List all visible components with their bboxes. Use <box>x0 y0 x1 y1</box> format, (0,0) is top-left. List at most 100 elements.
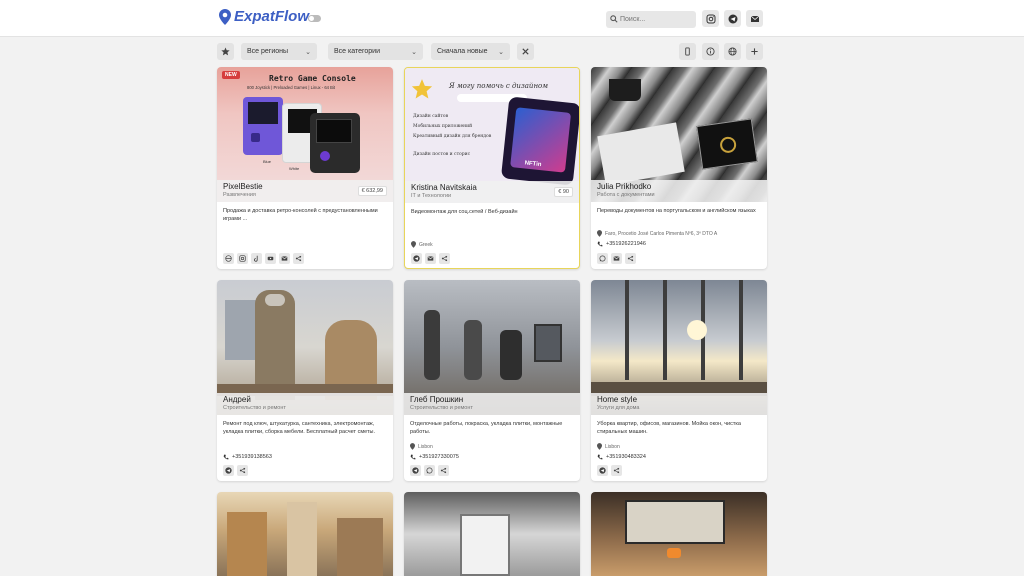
building <box>337 518 383 576</box>
tiktok-icon <box>254 255 258 262</box>
image-color-label: Blue <box>263 159 272 164</box>
search-input[interactable] <box>606 11 696 28</box>
image-color-label: White <box>289 166 300 171</box>
telegram-button[interactable] <box>724 10 741 27</box>
card-title-bar: Андрей Строительство и ремонт <box>217 393 393 415</box>
star-icon <box>221 47 230 56</box>
new-badge: NEW <box>222 71 240 79</box>
mail-button[interactable] <box>611 253 622 264</box>
phone-icon <box>597 241 603 247</box>
listing-card[interactable] <box>217 492 393 576</box>
mail-icon <box>613 256 620 261</box>
instagram-button[interactable] <box>702 10 719 27</box>
theme-toggle[interactable] <box>308 15 321 22</box>
telegram-icon <box>728 14 737 23</box>
listing-card[interactable]: Глеб Прошкин Строительство и ремонт Отде… <box>404 280 580 481</box>
location-pin-icon <box>410 443 415 450</box>
listing-category: Строительство и ремонт <box>410 405 473 411</box>
plus-icon <box>751 48 758 55</box>
share-icon <box>627 255 634 262</box>
whatsapp-icon <box>599 255 606 262</box>
console-blue <box>243 97 283 155</box>
listing-card[interactable]: Home style Услуги для дома Уборка кварти… <box>591 280 767 481</box>
telegram-icon <box>225 467 232 474</box>
worker-figure <box>500 330 522 380</box>
instagram-icon <box>239 255 246 262</box>
image-line: Мобильных приложений <box>413 124 473 129</box>
category-select[interactable]: Все категории ⌄ <box>328 43 423 60</box>
listing-description: Продажа и доставка ретро-консолей с пред… <box>223 208 378 222</box>
listing-description: Ремонт под ключ, штукатурка, сантехника,… <box>223 421 375 435</box>
worker-figure <box>424 310 440 380</box>
whatsapp-button[interactable] <box>424 465 435 476</box>
clear-filters-button[interactable] <box>517 43 534 60</box>
telegram-icon <box>413 255 420 262</box>
building <box>227 512 267 576</box>
sort-select[interactable]: Сначала новые ⌄ <box>431 43 510 60</box>
share-button[interactable] <box>237 465 248 476</box>
language-button[interactable] <box>724 43 741 60</box>
youtube-button[interactable] <box>265 253 276 264</box>
chevron-down-icon: ⌄ <box>411 48 417 56</box>
worker-figure <box>464 320 482 380</box>
share-button[interactable] <box>611 465 622 476</box>
instagram-button[interactable] <box>237 253 248 264</box>
coffee-cup <box>609 79 641 101</box>
listing-location: Lisbon <box>410 443 433 450</box>
listing-card[interactable]: Андрей Строительство и ремонт Ремонт под… <box>217 280 393 481</box>
listing-name: Kristina Navitskaia <box>411 183 477 192</box>
globe-icon <box>728 47 737 56</box>
mail-button[interactable] <box>279 253 290 264</box>
listing-card[interactable]: Julia Prikhodko Работа с документами Пер… <box>591 67 767 269</box>
share-icon <box>295 255 302 262</box>
card-title-bar: Kristina Navitskaia IT и Технологии € 90 <box>405 181 579 203</box>
sun <box>687 320 707 340</box>
listing-card[interactable] <box>591 492 767 576</box>
listing-phone[interactable]: +351939138563 <box>223 454 272 460</box>
website-button[interactable] <box>223 253 234 264</box>
youtube-icon <box>267 256 274 261</box>
share-button[interactable] <box>293 253 304 264</box>
mail-button[interactable] <box>425 253 436 264</box>
phone-icon <box>223 454 229 460</box>
region-select[interactable]: Все регионы ⌄ <box>241 43 317 60</box>
whatsapp-button[interactable] <box>597 253 608 264</box>
listing-phone[interactable]: +351927330075 <box>410 454 459 460</box>
telegram-button[interactable] <box>410 465 421 476</box>
share-button[interactable] <box>625 253 636 264</box>
telegram-button[interactable] <box>597 465 608 476</box>
card-title-bar: Глеб Прошкин Строительство и ремонт <box>404 393 580 415</box>
telegram-button[interactable] <box>223 465 234 476</box>
star-decoration <box>411 79 433 99</box>
listing-category: Услуги для дома <box>597 405 640 411</box>
category-select-value: Все категории <box>334 48 380 55</box>
info-button[interactable] <box>702 43 719 60</box>
share-button[interactable] <box>438 465 449 476</box>
listing-phone[interactable]: +351930483324 <box>597 454 646 460</box>
mobile-view-button[interactable] <box>679 43 696 60</box>
mail-icon <box>281 256 288 261</box>
listing-name: Home style <box>597 395 638 404</box>
listing-card[interactable]: Я могу помочь с дизайном Дизайн сайтов М… <box>404 67 580 269</box>
info-icon <box>706 47 715 56</box>
favorites-button[interactable] <box>217 43 234 60</box>
search-icon <box>610 15 618 23</box>
sort-select-value: Сначала новые <box>437 48 488 55</box>
phone-icon <box>410 454 416 460</box>
app-logo[interactable]: ExpatFlow <box>219 8 309 25</box>
window-frames <box>591 280 767 380</box>
listing-phone[interactable]: +351926221946 <box>597 241 646 247</box>
mail-icon <box>750 15 759 22</box>
location-text: Lisbon <box>605 443 620 450</box>
tiktok-button[interactable] <box>251 253 262 264</box>
listing-card[interactable]: NEW Retro Game Console 800 Joystick | Pr… <box>217 67 393 269</box>
listing-card[interactable] <box>404 492 580 576</box>
listing-location: Greek <box>411 241 433 248</box>
listing-description: Переводы документов на португальском и а… <box>597 208 756 214</box>
mail-button[interactable] <box>746 10 763 27</box>
share-button[interactable] <box>439 253 450 264</box>
building <box>225 300 259 360</box>
listing-description: Видеомонтаж для соц.сетей / Веб-дизайн <box>411 209 518 215</box>
add-listing-button[interactable] <box>746 43 763 60</box>
telegram-button[interactable] <box>411 253 422 264</box>
